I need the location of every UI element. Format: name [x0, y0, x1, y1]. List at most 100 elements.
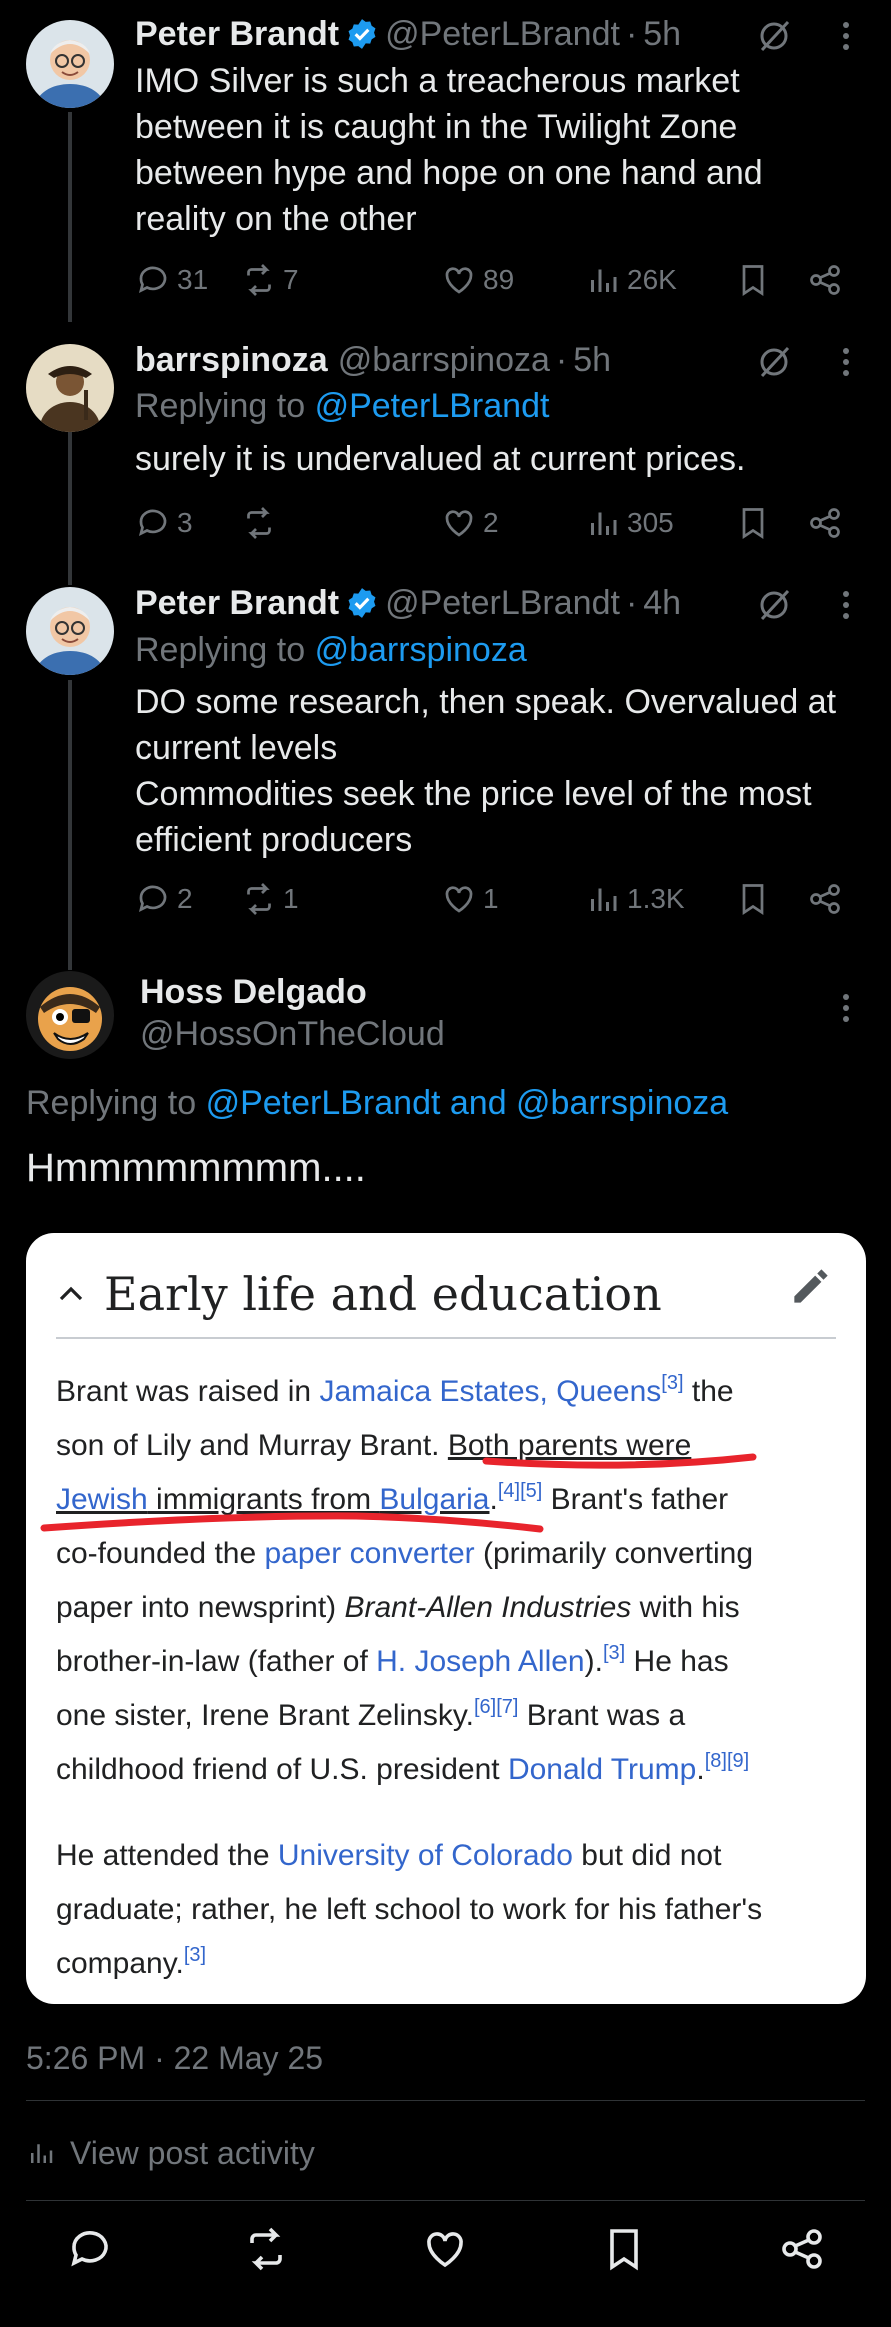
author-handle[interactable]: @PeterLBrandt: [385, 14, 620, 54]
author-handle[interactable]: @PeterLBrandt: [385, 583, 620, 623]
author-handle[interactable]: @barrspinoza: [338, 340, 550, 380]
like-icon: [445, 510, 473, 537]
post-time[interactable]: 5h: [643, 14, 681, 54]
replying-prefix: Replying to: [26, 1084, 197, 1122]
author-name[interactable]: Peter Brandt: [135, 583, 339, 623]
more-icon[interactable]: [834, 344, 858, 380]
views-icon: [591, 888, 617, 911]
share-icon: [810, 508, 840, 538]
bookmark-icon[interactable]: [600, 2225, 648, 2273]
action-bar: 2 1 1 1.3K: [135, 881, 855, 921]
author-handle[interactable]: @HossOnTheCloud: [140, 1014, 445, 1054]
avatar-barrspinoza[interactable]: [26, 344, 114, 432]
view-post-activity-button[interactable]: View post activity: [26, 2133, 315, 2173]
repost-button[interactable]: 7: [241, 262, 299, 298]
avatar-hoss-delgado[interactable]: [26, 971, 114, 1059]
author-name[interactable]: Hoss Delgado: [140, 972, 367, 1012]
like-icon: [445, 267, 473, 294]
bookmark-button[interactable]: [735, 262, 775, 298]
post-time[interactable]: 5h: [573, 340, 611, 380]
like-count: 89: [483, 264, 515, 295]
action-bar: 31 7 89 26K: [135, 262, 855, 302]
post-text: surely it is undervalued at current pric…: [135, 436, 875, 482]
divider: [26, 2100, 865, 2101]
share-icon[interactable]: [778, 2225, 826, 2273]
post-timestamp: 5:26 PM · 22 May 25: [26, 2040, 324, 2076]
post-text: DO some research, then speak. Overvalued…: [135, 679, 875, 863]
like-icon[interactable]: [421, 2225, 469, 2273]
views-icon: [591, 269, 617, 292]
view-post-activity-label: View post activity: [70, 2135, 315, 2171]
avatar-peter-brandt[interactable]: [26, 20, 114, 108]
reply-icon[interactable]: [66, 2225, 114, 2273]
like-button[interactable]: 89: [441, 262, 514, 298]
verified-badge-icon: [345, 17, 379, 51]
replying-prefix: Replying to: [135, 631, 306, 669]
repost-button[interactable]: 1: [241, 881, 299, 917]
like-icon: [445, 886, 473, 913]
replying-to-link[interactable]: @PeterLBrandt: [315, 387, 550, 425]
repost-button[interactable]: [241, 505, 283, 541]
author-name[interactable]: barrspinoza: [135, 340, 328, 380]
repost-count: 7: [283, 264, 299, 295]
post-text-line: DO some research, then speak. Overvalued…: [135, 683, 837, 721]
separator-dot: ·: [555, 341, 568, 379]
reply-button[interactable]: 31: [135, 262, 208, 298]
more-icon[interactable]: [834, 587, 858, 623]
tweet-header: barrspinoza @barrspinoza · 5h: [135, 340, 611, 380]
grok-icon[interactable]: [756, 587, 792, 623]
separator-dot: ·: [625, 15, 638, 53]
repost-icon[interactable]: [242, 2225, 290, 2273]
post-text: Hmmmmmmmm....: [26, 1146, 366, 1190]
share-button[interactable]: [807, 262, 847, 298]
tweet-header: Peter Brandt @PeterLBrandt · 4h: [135, 583, 681, 623]
like-count: 2: [483, 507, 499, 538]
post-action-bar: [0, 2225, 891, 2285]
post-text-line: efficient producers: [135, 821, 413, 859]
reply-count: 2: [177, 883, 193, 914]
bookmark-icon: [742, 884, 764, 916]
thread-line: [68, 112, 72, 322]
share-button[interactable]: [807, 505, 847, 541]
reply-count: 3: [177, 507, 193, 538]
post-time[interactable]: 4h: [643, 583, 681, 623]
share-icon: [810, 884, 840, 914]
reply-count: 31: [177, 264, 209, 295]
separator-dot: ·: [625, 584, 638, 622]
like-count: 1: [483, 883, 499, 914]
replying-to-link[interactable]: @barrspinoza: [315, 631, 527, 669]
views-button[interactable]: 305: [585, 505, 674, 541]
more-icon[interactable]: [834, 18, 858, 54]
share-button[interactable]: [807, 881, 847, 917]
grok-icon[interactable]: [756, 18, 792, 54]
tweet-header: Peter Brandt @PeterLBrandt · 5h: [135, 14, 681, 54]
views-button[interactable]: 26K: [585, 262, 677, 298]
action-bar: 3 2 305: [135, 505, 855, 545]
divider: [26, 2200, 865, 2201]
post-text-line: between it is caught in the Twilight Zon…: [135, 108, 738, 146]
thread-line: [68, 680, 72, 970]
replying-to: Replying to @PeterLBrandt: [135, 384, 549, 428]
post-text-line: reality on the other: [135, 200, 417, 238]
post-text-line: surely it is undervalued at current pric…: [135, 440, 746, 478]
grok-icon[interactable]: [756, 344, 792, 380]
bookmark-button[interactable]: [735, 881, 775, 917]
like-button[interactable]: 2: [441, 505, 499, 541]
repost-count: 1: [283, 883, 299, 914]
bookmark-button[interactable]: [735, 505, 775, 541]
post-text-line: Commodities seek the price level of the …: [135, 775, 812, 813]
avatar-peter-brandt[interactable]: [26, 587, 114, 675]
author-name[interactable]: Peter Brandt: [135, 14, 339, 54]
share-icon: [810, 265, 840, 295]
reply-button[interactable]: 3: [135, 505, 193, 541]
attached-image-wikipedia[interactable]: Early life and education Brant was raise…: [26, 1233, 866, 2004]
replying-to-link[interactable]: @PeterLBrandt and @barrspinoza: [206, 1084, 729, 1122]
reply-button[interactable]: 2: [135, 881, 193, 917]
more-icon[interactable]: [834, 990, 858, 1026]
view-count: 26K: [627, 264, 677, 295]
views-button[interactable]: 1.3K: [585, 881, 685, 917]
like-button[interactable]: 1: [441, 881, 499, 917]
replying-to: Replying to @barrspinoza: [135, 628, 527, 672]
views-icon: [31, 2144, 53, 2163]
repost-icon: [247, 264, 271, 296]
